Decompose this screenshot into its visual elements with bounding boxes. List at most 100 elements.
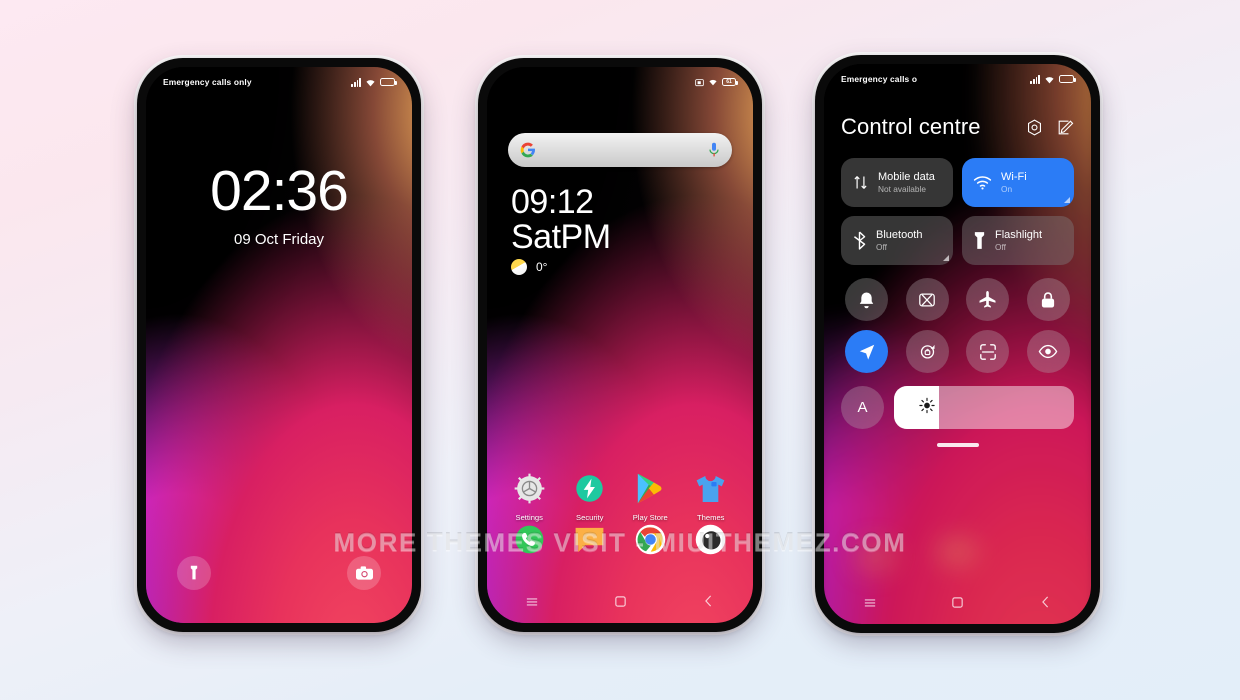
quick-toggle-tiles: Mobile data Not available Wi-Fi On Bluet… bbox=[841, 158, 1074, 265]
camera-lens-icon bbox=[693, 522, 728, 557]
app-label: Themes bbox=[697, 513, 725, 522]
back-chevron-icon[interactable] bbox=[1038, 594, 1054, 610]
temperature-label: 0° bbox=[536, 260, 548, 275]
home-day: SatPM bbox=[511, 217, 611, 256]
tile-status: On bbox=[1001, 184, 1013, 194]
toggle-silent[interactable] bbox=[845, 278, 889, 321]
battery-icon bbox=[380, 78, 397, 86]
tile-flashlight[interactable]: Flashlight Off bbox=[962, 216, 1074, 265]
google-search-bar[interactable] bbox=[508, 133, 732, 167]
eye-icon bbox=[1038, 344, 1058, 359]
tile-bluetooth[interactable]: Bluetooth Off bbox=[841, 216, 953, 265]
toggle-auto-rotate[interactable] bbox=[905, 330, 949, 373]
dock-camera[interactable] bbox=[681, 522, 742, 557]
dock-messages[interactable] bbox=[560, 522, 621, 557]
location-icon bbox=[859, 344, 874, 360]
app-settings[interactable]: Settings bbox=[499, 471, 560, 522]
wallpaper bbox=[146, 67, 412, 623]
brightness-slider[interactable] bbox=[894, 386, 1074, 429]
toggle-location[interactable] bbox=[845, 330, 889, 373]
phone1-status-bar: Emergency calls only bbox=[146, 67, 412, 97]
themes-shirt-icon bbox=[693, 471, 728, 506]
tile-mobile-data[interactable]: Mobile data Not available bbox=[841, 158, 953, 207]
edit-pencil-icon[interactable] bbox=[1057, 119, 1074, 136]
phone3-nav-bar bbox=[824, 594, 1091, 610]
lock-icon bbox=[1042, 291, 1055, 308]
signal-bars-icon bbox=[1030, 74, 1040, 84]
wifi-icon bbox=[709, 79, 717, 86]
scan-icon bbox=[979, 343, 996, 360]
toggle-lock[interactable] bbox=[1026, 278, 1070, 321]
settings-gear-icon bbox=[512, 471, 547, 506]
quick-toggle-circles bbox=[841, 278, 1074, 373]
home-square-icon[interactable] bbox=[950, 594, 966, 610]
partly-sunny-icon bbox=[511, 259, 527, 276]
phone3-status-bar: Emergency calls o bbox=[824, 64, 1091, 94]
home-square-icon[interactable] bbox=[612, 593, 628, 609]
page-title: Control centre bbox=[841, 114, 981, 139]
toggle-aeroplane[interactable] bbox=[966, 278, 1010, 321]
screenshot-icon bbox=[919, 293, 936, 306]
tile-wifi[interactable]: Wi-Fi On bbox=[962, 158, 1074, 207]
flashlight-shortcut[interactable] bbox=[177, 556, 211, 590]
lock-date: 09 Oct Friday bbox=[233, 231, 325, 248]
auto-brightness-button[interactable]: A bbox=[841, 386, 884, 429]
flashlight-icon bbox=[190, 565, 198, 580]
app-security[interactable]: Security bbox=[560, 471, 621, 522]
back-chevron-icon[interactable] bbox=[700, 593, 716, 609]
tile-expand-corner[interactable] bbox=[1064, 197, 1070, 203]
header-actions bbox=[1026, 118, 1074, 136]
toggle-scanner[interactable] bbox=[966, 330, 1010, 373]
app-label: Settings bbox=[515, 513, 543, 522]
app-label: Security bbox=[576, 513, 604, 522]
play-store-icon bbox=[633, 471, 668, 506]
toggle-screenshot[interactable] bbox=[905, 278, 949, 321]
bell-icon bbox=[860, 291, 874, 308]
home-time: 09:12 bbox=[511, 183, 594, 221]
flashlight-icon bbox=[974, 232, 985, 249]
mobile-data-icon bbox=[854, 176, 867, 189]
phone-control-centre: Emergency calls o Control centre Mobile … bbox=[815, 55, 1100, 633]
tile-label: Bluetooth bbox=[876, 229, 923, 241]
tile-status: Off bbox=[876, 242, 887, 252]
wifi-icon bbox=[1045, 76, 1054, 83]
tile-label: Flashlight bbox=[995, 229, 1043, 241]
settings-hex-icon[interactable] bbox=[1026, 118, 1043, 136]
menu-icon[interactable] bbox=[524, 593, 540, 609]
tile-expand-corner[interactable] bbox=[943, 255, 949, 261]
control-centre-header: Control centre bbox=[841, 114, 1074, 140]
status-icons bbox=[1030, 74, 1076, 84]
phone1-screen: Emergency calls only 02:36 09 Oct Friday bbox=[146, 67, 412, 623]
battery-icon: 61 bbox=[722, 78, 738, 86]
brightness-row: A bbox=[841, 386, 1074, 429]
phone2-status-bar: 61 bbox=[487, 67, 753, 97]
panel-drag-handle[interactable] bbox=[936, 443, 979, 447]
microphone-icon[interactable] bbox=[708, 142, 720, 158]
tile-status: Off bbox=[995, 242, 1006, 252]
control-centre-panel: Control centre Mobile data Not available… bbox=[824, 64, 1091, 624]
battery-icon bbox=[1059, 75, 1076, 83]
brightness-icon bbox=[919, 397, 935, 418]
status-icons: 61 bbox=[695, 78, 738, 87]
app-play-store[interactable]: Play Store bbox=[620, 471, 681, 522]
tile-status: Not available bbox=[878, 184, 926, 194]
toggle-reading-mode[interactable] bbox=[1026, 330, 1070, 373]
dock bbox=[499, 522, 741, 557]
airplane-icon bbox=[979, 290, 996, 308]
carrier-label: Emergency calls o bbox=[841, 74, 918, 84]
app-label: Play Store bbox=[632, 513, 668, 522]
camera-shortcut[interactable] bbox=[347, 556, 381, 590]
auto-rotate-icon bbox=[920, 344, 935, 359]
dock-chrome[interactable] bbox=[620, 522, 681, 557]
menu-icon[interactable] bbox=[862, 594, 878, 610]
screenshot-icon bbox=[695, 78, 704, 86]
app-themes[interactable]: Themes bbox=[681, 471, 742, 522]
phone2-nav-bar bbox=[487, 593, 753, 609]
lock-time: 02:36 bbox=[210, 159, 349, 223]
home-clock-widget: 09:12 SatPM 0° bbox=[511, 183, 611, 276]
lockscreen-clock: 02:36 09 Oct Friday bbox=[146, 159, 412, 249]
messages-icon bbox=[572, 522, 607, 557]
google-g-icon bbox=[520, 142, 535, 158]
dock-phone[interactable] bbox=[499, 522, 560, 557]
weather-widget: 0° bbox=[511, 259, 611, 276]
